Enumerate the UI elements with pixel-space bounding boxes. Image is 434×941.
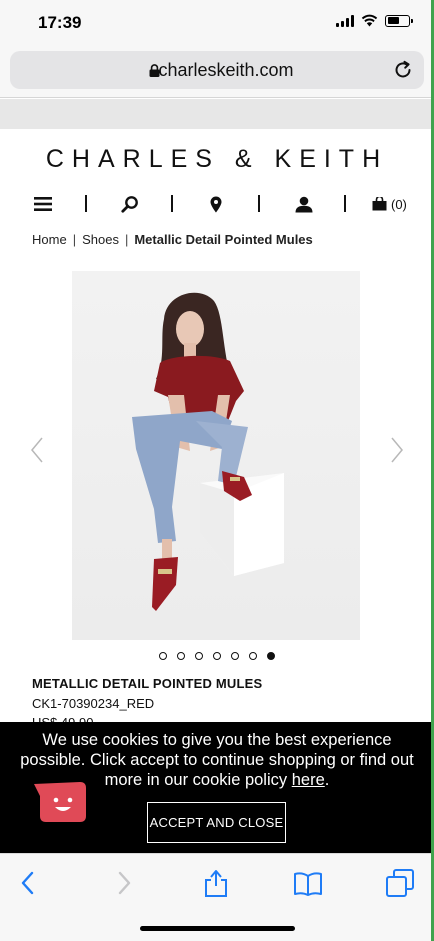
reload-icon[interactable] (392, 59, 414, 81)
brand-logo[interactable]: CHARLES & KEITH (0, 145, 434, 174)
carousel-dot[interactable] (213, 652, 221, 660)
forward-chevron-icon[interactable] (108, 868, 138, 898)
breadcrumb-shoes[interactable]: Shoes (82, 232, 119, 247)
store-locator-button[interactable] (210, 192, 222, 216)
nav-divider (171, 195, 173, 212)
book-icon[interactable] (293, 868, 323, 898)
product-title: METALLIC DETAIL POINTED MULES (32, 676, 263, 691)
browser-address-area: charleskeith.com (0, 48, 434, 98)
carousel-dot[interactable] (159, 652, 167, 660)
cellular-signal-icon (336, 14, 354, 27)
hamburger-icon (34, 197, 52, 211)
back-chevron-icon[interactable] (14, 868, 44, 898)
breadcrumb-home[interactable]: Home (32, 232, 67, 247)
breadcrumb-current: Metallic Detail Pointed Mules (134, 232, 313, 247)
page-top-strip (0, 99, 434, 129)
account-button[interactable] (295, 192, 313, 216)
cookie-text-end: . (324, 771, 330, 789)
carousel-dot-active[interactable] (267, 652, 275, 660)
accept-and-close-button[interactable]: ACCEPT AND CLOSE (147, 802, 286, 843)
cookie-banner: We use cookies to give you the best expe… (0, 722, 434, 853)
breadcrumb-separator: | (72, 232, 77, 247)
battery-icon (385, 14, 413, 27)
menu-button[interactable] (34, 192, 52, 216)
nav-divider (85, 195, 87, 212)
browser-toolbar (0, 853, 434, 941)
carousel-dot[interactable] (195, 652, 203, 660)
nav-divider (258, 195, 260, 212)
status-icons (336, 14, 413, 27)
site-nav: (0) (30, 192, 410, 216)
share-icon[interactable] (201, 868, 231, 898)
previous-image-arrow-icon[interactable] (30, 436, 44, 464)
search-button[interactable] (121, 192, 139, 216)
user-icon (295, 196, 313, 212)
wifi-icon (361, 14, 378, 27)
shopping-bag-button[interactable]: (0) (372, 192, 407, 216)
status-time: 17:39 (38, 13, 82, 32)
tabs-icon[interactable] (385, 868, 415, 898)
chat-bot-icon[interactable] (34, 782, 86, 822)
search-icon (121, 196, 138, 213)
url-bar[interactable]: charleskeith.com (10, 51, 424, 89)
breadcrumb: Home | Shoes | Metallic Detail Pointed Mules (32, 232, 313, 247)
cookie-text: We use cookies to give you the best expe… (20, 731, 414, 789)
product-photo (132, 292, 284, 611)
cookie-message: We use cookies to give you the best expe… (8, 730, 426, 790)
product-image[interactable] (72, 271, 360, 640)
home-indicator[interactable] (140, 926, 295, 931)
next-image-arrow-icon[interactable] (390, 436, 404, 464)
product-sku: CK1-70390234_RED (32, 696, 155, 711)
shopping-bag-icon (372, 197, 387, 211)
carousel-dot[interactable] (249, 652, 257, 660)
nav-divider (344, 195, 346, 212)
carousel-dot[interactable] (231, 652, 239, 660)
status-bar: 17:39 (0, 0, 434, 48)
url-text: charleskeith.com (158, 60, 294, 80)
cart-count: (0) (391, 196, 407, 212)
location-pin-icon (210, 196, 222, 212)
breadcrumb-separator: | (124, 232, 129, 247)
cookie-policy-link[interactable]: here (292, 771, 325, 789)
carousel-dots (159, 652, 275, 660)
carousel-dot[interactable] (177, 652, 185, 660)
